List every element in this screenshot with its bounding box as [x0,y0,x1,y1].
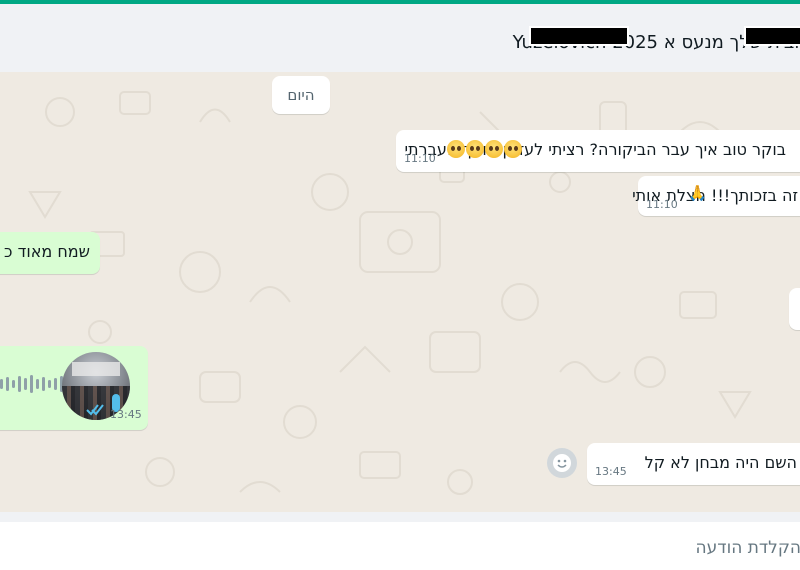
message-text: השם היה מבחן לא קל [645,453,797,472]
message-text: שמח מאוד כ [4,242,90,261]
message-time: 11:10 [404,152,436,165]
outgoing-message[interactable]: שמח מאוד כ [0,232,100,274]
message-input[interactable] [0,522,800,570]
message-body: השם היה מבחן לא קל [644,453,797,472]
redaction-box [529,26,629,46]
voice-waveform[interactable] [0,374,69,394]
chat-header[interactable]: הבית שלך מנעס א 2025 Yuzelovich [0,4,800,72]
message-input-placeholder: הקלדת הודעה [695,538,800,558]
incoming-message[interactable]: השם היה מבחן לא קל 13:45 [587,443,800,485]
message-time: 11:10 [646,198,678,211]
incoming-message[interactable]: זה בזכותך!!! הצלת אותי 🙏 11:10 [632,176,800,216]
message-time: 13:45 [595,465,627,478]
date-separator: היום [272,76,330,114]
compose-bar: הקלדת הודעה [0,512,800,570]
smiley-icon [553,454,571,472]
partial-message[interactable] [789,288,800,330]
folded-hands-icon: 🙏 [688,184,707,202]
message-body: שמח מאוד כ [4,242,90,261]
reaction-button[interactable] [547,448,577,478]
incoming-message[interactable]: בוקר טוב איך עבר הביקורה? רציתי לעדכן או… [396,130,800,172]
message-time: 13:45 [110,408,142,421]
pleading-face-icon [446,140,522,159]
redaction-box [744,26,800,46]
double-check-icon [86,404,104,416]
chat-area[interactable]: היום בוקר טוב איך עבר הביקורה? רציתי לעד… [0,72,800,512]
